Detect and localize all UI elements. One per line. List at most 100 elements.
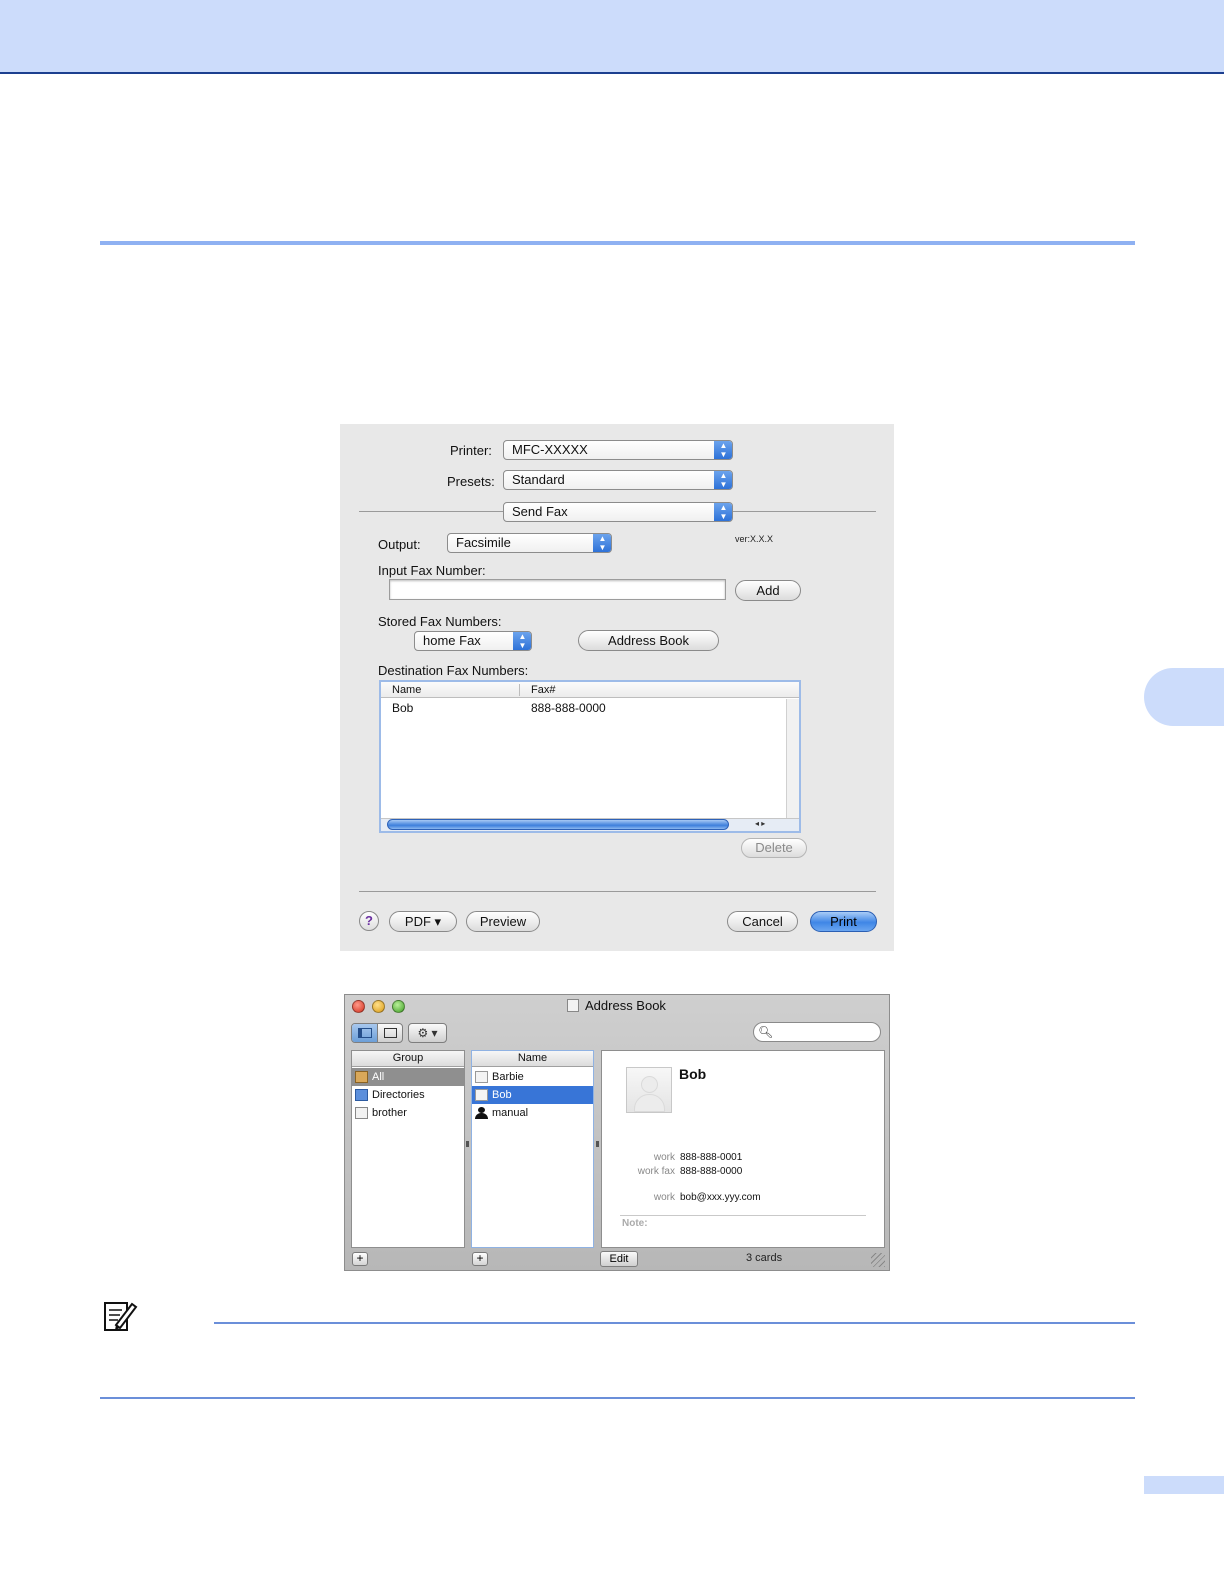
note-pencil-icon [102, 1298, 138, 1334]
contact-photo[interactable] [626, 1067, 672, 1113]
col-header-fax[interactable]: Fax# [531, 684, 555, 696]
vertical-scrollbar[interactable] [786, 699, 799, 818]
name-item-manual[interactable]: manual [472, 1104, 593, 1122]
presets-value: Standard [512, 472, 565, 487]
group-column: Group All Directories brother [351, 1050, 465, 1248]
popup-arrows-icon: ▲ ▼ [593, 534, 611, 552]
name-item-bob[interactable]: Bob [472, 1086, 593, 1104]
card-only-view-icon[interactable] [379, 1024, 403, 1042]
note-rule-bottom [100, 1397, 1135, 1399]
add-button[interactable]: Add [735, 580, 801, 601]
note-label[interactable]: Note: [622, 1218, 648, 1229]
print-button[interactable]: Print [810, 911, 877, 932]
pdf-button[interactable]: PDF ▾ [389, 911, 457, 932]
card-stack-icon [355, 1071, 368, 1083]
cancel-button[interactable]: Cancel [727, 911, 798, 932]
search-input[interactable]: 🔍︎ [753, 1022, 881, 1042]
address-book-button[interactable]: Address Book [578, 630, 719, 651]
col-header-name[interactable]: Name [392, 684, 421, 696]
popup-arrows-icon: ▲ ▼ [714, 503, 732, 521]
cell-name: Bob [392, 701, 414, 715]
scrollbar-thumb[interactable] [387, 819, 729, 830]
destination-table: Name Fax# Bob 888-888-0000 ◂ ▸ [379, 680, 801, 833]
preview-button[interactable]: Preview [466, 911, 540, 932]
presets-label: Presets: [447, 474, 495, 489]
divider-left [359, 511, 503, 512]
add-contact-button[interactable]: + [472, 1252, 488, 1266]
presets-popup[interactable]: Standard ▲ ▼ [503, 470, 733, 490]
name-label: Barbie [492, 1071, 524, 1083]
page-header-band [0, 0, 1224, 74]
group-icon [355, 1107, 368, 1119]
chapter-side-tab [1144, 668, 1224, 726]
stored-fax-popup[interactable]: home Fax ▲ ▼ [414, 631, 532, 651]
group-item-all[interactable]: All [352, 1068, 464, 1086]
output-label: Output: [378, 537, 421, 552]
name-column-header: Name [472, 1051, 593, 1067]
group-item-brother[interactable]: brother [352, 1104, 464, 1122]
printer-popup[interactable]: MFC-XXXXX ▲ ▼ [503, 440, 733, 460]
group-column-header: Group [352, 1051, 464, 1067]
popup-arrows-icon: ▲ ▼ [714, 471, 732, 489]
note-rule-top [214, 1322, 1135, 1324]
help-button[interactable]: ? [359, 911, 379, 931]
phone-field-label: work [653, 1152, 675, 1163]
contact-card-icon [475, 1071, 488, 1083]
minimize-window-button[interactable] [372, 1000, 385, 1013]
group-item-directories[interactable]: Directories [352, 1086, 464, 1104]
column-resize-handle[interactable] [596, 1141, 599, 1147]
email-field-label: work [653, 1192, 675, 1203]
column-resize-handle[interactable] [466, 1141, 469, 1147]
table-row[interactable]: Bob 888-888-0000 [381, 700, 785, 717]
fax-number-input[interactable] [389, 579, 726, 600]
print-dialog: Printer: MFC-XXXXX ▲ ▼ Presets: Standard … [340, 424, 894, 951]
fax-value: 888-888-0000 [680, 1166, 743, 1177]
action-gear-button[interactable]: ⚙ ▾ [408, 1023, 447, 1043]
printer-value: MFC-XXXXX [512, 442, 588, 457]
name-item-barbie[interactable]: Barbie [472, 1068, 593, 1086]
panel-popup[interactable]: Send Fax ▲ ▼ [503, 502, 733, 522]
popup-arrows-icon: ▲ ▼ [513, 632, 531, 650]
person-silhouette-icon [475, 1107, 488, 1119]
zoom-window-button[interactable] [392, 1000, 405, 1013]
cell-fax: 888-888-0000 [531, 701, 606, 715]
directory-icon [355, 1089, 368, 1101]
add-group-button[interactable]: + [352, 1252, 368, 1266]
stored-fax-label: Stored Fax Numbers: [378, 614, 502, 629]
edit-button[interactable]: Edit [600, 1251, 638, 1267]
phone-value: 888-888-0001 [680, 1152, 743, 1163]
view-segmented-control[interactable] [351, 1023, 403, 1043]
window-title: Address Book [585, 998, 666, 1013]
panel-value: Send Fax [512, 504, 568, 519]
bottom-divider [359, 891, 876, 892]
address-book-window: Address Book ⚙ ▾ 🔍︎ Group All Directorie… [344, 994, 890, 1271]
delete-button[interactable]: Delete [741, 838, 807, 858]
address-book-icon [567, 999, 579, 1012]
section-rule [100, 241, 1135, 245]
page-number-tab [1144, 1476, 1224, 1494]
group-label: Directories [372, 1089, 425, 1101]
resize-grip-icon[interactable] [871, 1253, 885, 1267]
group-label: brother [372, 1107, 407, 1119]
output-popup[interactable]: Facsimile ▲ ▼ [447, 533, 612, 553]
table-header: Name Fax# [381, 682, 799, 698]
close-window-button[interactable] [352, 1000, 365, 1013]
input-fax-label: Input Fax Number: [378, 563, 486, 578]
col-divider [519, 684, 520, 696]
card-count: 3 cards [746, 1252, 783, 1264]
horizontal-scrollbar[interactable]: ◂ ▸ [381, 818, 799, 831]
email-value: bob@xxx.yyy.com [680, 1192, 761, 1203]
card-pane: Bob work 888-888-0001 work fax 888-888-0… [601, 1050, 885, 1248]
search-icon: 🔍︎ [758, 1025, 774, 1039]
contact-name: Bob [679, 1066, 707, 1082]
group-label: All [372, 1071, 385, 1083]
printer-label: Printer: [450, 443, 492, 458]
scroll-arrows-icon[interactable]: ◂ ▸ [755, 819, 765, 828]
output-value: Facsimile [456, 535, 511, 550]
name-label: Bob [492, 1089, 512, 1101]
fax-field-label: work fax [637, 1166, 675, 1177]
card-and-column-view-icon[interactable] [352, 1024, 378, 1042]
divider-right [733, 511, 876, 512]
note-divider [620, 1215, 866, 1216]
version-label: ver:X.X.X [735, 534, 774, 544]
